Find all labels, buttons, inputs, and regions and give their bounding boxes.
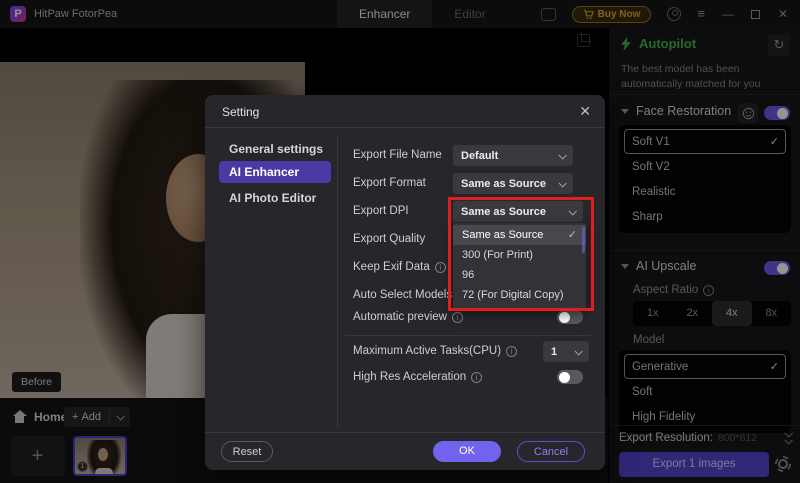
- dpi-option[interactable]: 96: [453, 265, 586, 285]
- export-file-name-label: Export File Name: [353, 145, 442, 165]
- dialog-close-icon[interactable]: ✕: [579, 103, 591, 120]
- info-icon: i: [506, 346, 517, 357]
- automatic-preview-toggle[interactable]: [557, 310, 583, 324]
- cancel-button[interactable]: Cancel: [517, 441, 585, 462]
- max-tasks-select[interactable]: 1: [543, 341, 589, 362]
- keep-exif-label: Keep Exif Datai: [353, 257, 446, 277]
- dpi-option[interactable]: 72 (For Digital Copy): [453, 285, 586, 305]
- max-tasks-label: Maximum Active Tasks(CPU)i: [353, 341, 517, 361]
- info-icon: i: [471, 372, 482, 383]
- settings-dialog: Setting ✕ General settings AI Enhancer A…: [205, 95, 605, 470]
- dialog-title: Setting: [222, 105, 259, 119]
- dpi-option[interactable]: Same as Source✓: [453, 225, 586, 245]
- automatic-preview-label: Automatic previewi: [353, 307, 463, 327]
- high-res-label: High Res Accelerationi: [353, 367, 482, 387]
- high-res-toggle[interactable]: [557, 370, 583, 384]
- menu-scrollbar[interactable]: [582, 227, 585, 253]
- reset-button[interactable]: Reset: [221, 441, 273, 462]
- chevron-down-icon: [574, 347, 582, 355]
- ok-button[interactable]: OK: [433, 441, 501, 462]
- export-dpi-label: Export DPI: [353, 201, 409, 221]
- app-window: P HitPaw FotorPea Enhancer Editor Buy No…: [0, 0, 800, 483]
- nav-ai-enhancer[interactable]: AI Enhancer: [219, 161, 331, 183]
- info-icon: i: [452, 312, 463, 323]
- chevron-down-icon: [568, 207, 576, 215]
- check-icon: ✓: [568, 225, 577, 245]
- export-file-name-select[interactable]: Default: [453, 145, 573, 166]
- export-format-label: Export Format: [353, 173, 426, 193]
- export-dpi-select[interactable]: Same as Source: [453, 201, 583, 222]
- export-quality-label: Export Quality: [353, 229, 425, 249]
- auto-select-models-label: Auto Select Modelsi: [353, 285, 468, 305]
- export-format-select[interactable]: Same as Source: [453, 173, 573, 194]
- dpi-option[interactable]: 300 (For Print): [453, 245, 586, 265]
- chevron-down-icon: [558, 179, 566, 187]
- info-icon: i: [435, 262, 446, 273]
- export-dpi-menu: Same as Source✓ 300 (For Print) 96 72 (F…: [453, 223, 586, 310]
- chevron-down-icon: [558, 151, 566, 159]
- nav-ai-photo-editor[interactable]: AI Photo Editor: [219, 187, 331, 209]
- nav-general-settings[interactable]: General settings: [219, 138, 331, 160]
